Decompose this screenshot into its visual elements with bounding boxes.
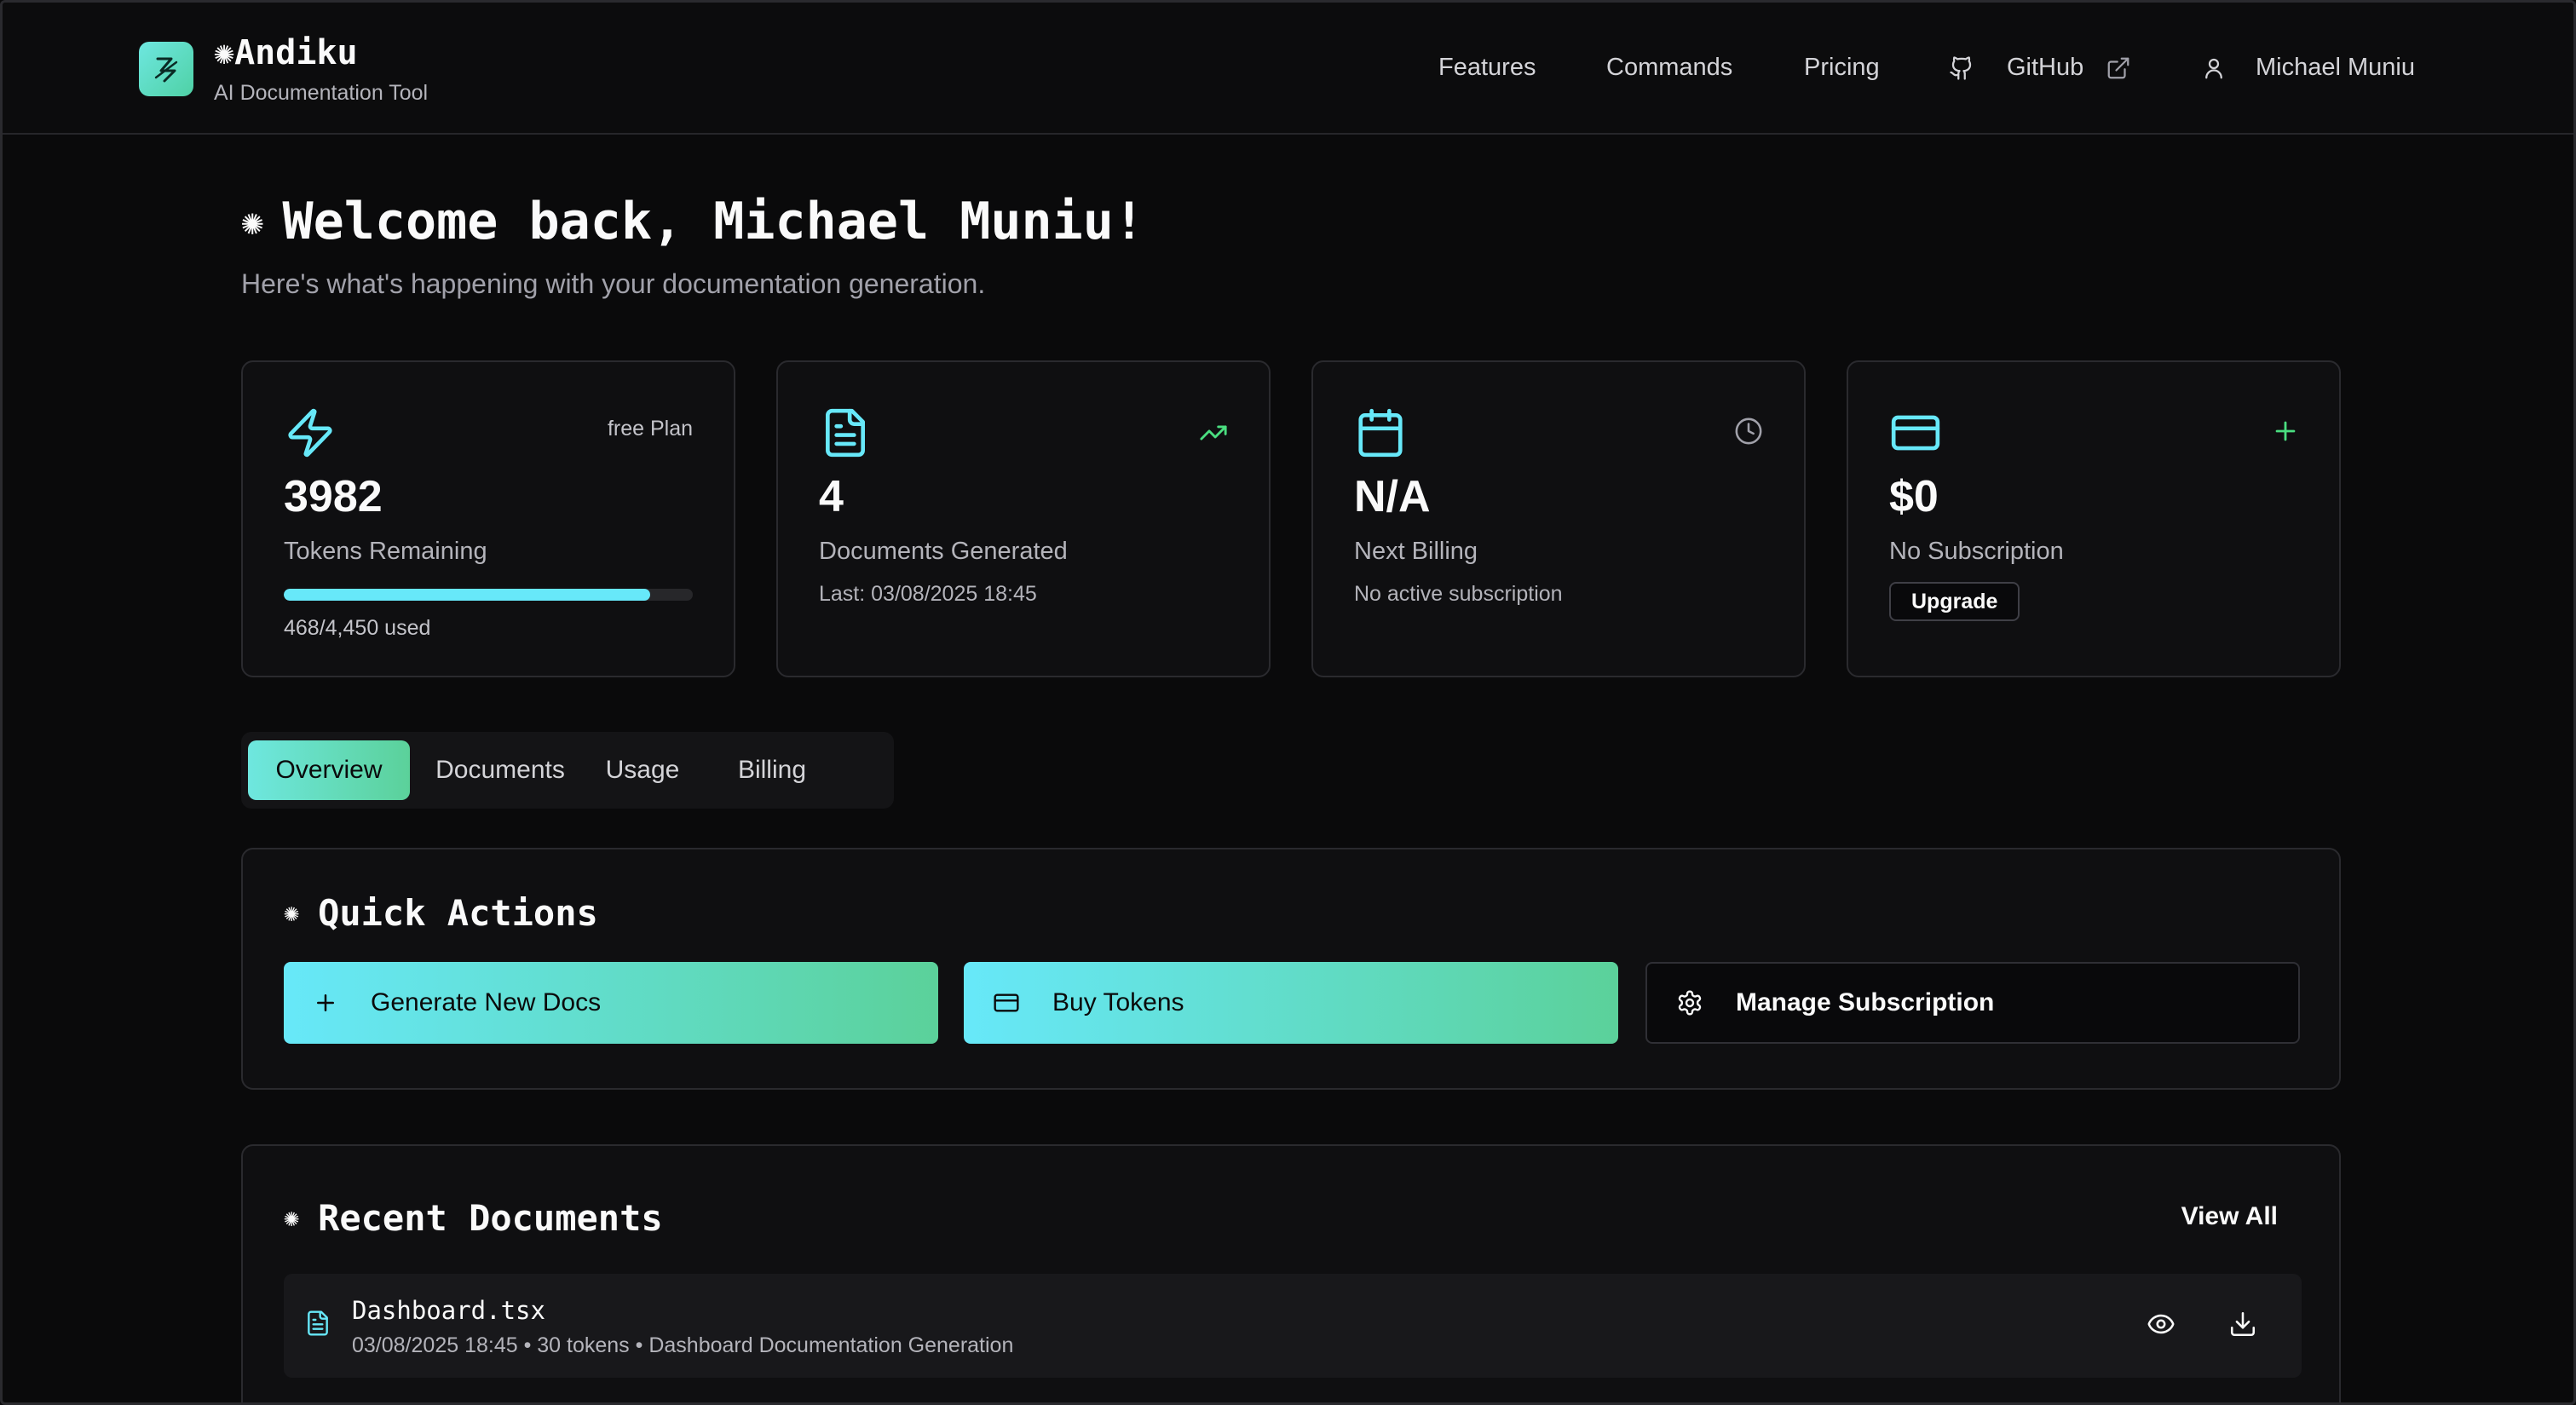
- sparkle-icon: ✺: [241, 199, 264, 244]
- tokens-usage-text: 468/4,450 used: [284, 616, 431, 640]
- quick-actions-title: ✺ Quick Actions: [284, 892, 598, 934]
- credit-card-icon: [993, 989, 1020, 1016]
- nav-link-features[interactable]: Features: [1438, 54, 1536, 82]
- lightning-icon: [284, 406, 337, 464]
- external-link-icon[interactable]: [2106, 55, 2131, 85]
- subscription-card: $0 No Subscription Upgrade: [1847, 360, 2341, 677]
- buy-tokens-label: Buy Tokens: [1052, 988, 1184, 1016]
- quick-actions-panel: ✺ Quick Actions Generate New Docs Buy To…: [241, 848, 2341, 1090]
- clock-icon: [1734, 417, 1763, 450]
- generate-new-docs-button[interactable]: Generate New Docs: [284, 962, 938, 1044]
- dashboard-tabs: Overview Documents Usage Billing: [241, 732, 894, 809]
- user-menu-name[interactable]: Michael Muniu: [2256, 54, 2415, 82]
- last-document-date: Last: 03/08/2025 18:45: [819, 582, 1037, 606]
- file-text-icon: [304, 1310, 331, 1341]
- next-billing-value: N/A: [1354, 472, 1431, 521]
- credit-card-icon: [1889, 406, 1942, 464]
- next-billing-label: Next Billing: [1354, 538, 1478, 565]
- documents-generated-label: Documents Generated: [819, 538, 1068, 565]
- tokens-progress-fill: [284, 589, 650, 601]
- billing-card: N/A Next Billing No active subscription: [1311, 360, 1806, 677]
- subscription-status-label: No Subscription: [1889, 538, 2064, 565]
- file-text-icon: [819, 406, 872, 464]
- tokens-card: free Plan 3982 Tokens Remaining 468/4,45…: [241, 360, 735, 677]
- brand-name-text: Andiku: [234, 33, 358, 72]
- recent-documents-title-text: Recent Documents: [318, 1197, 663, 1239]
- page-title: ✺ Welcome back, Michael Muniu!: [241, 192, 1144, 251]
- buy-tokens-button[interactable]: Buy Tokens: [964, 962, 1618, 1044]
- tab-overview[interactable]: Overview: [248, 740, 410, 800]
- document-row[interactable]: Dashboard.tsx 03/08/2025 18:45 • 30 toke…: [284, 1274, 2302, 1378]
- brand-name[interactable]: ✺Andiku: [214, 33, 358, 72]
- tokens-remaining-value: 3982: [284, 472, 383, 521]
- billing-status-text: No active subscription: [1354, 582, 1563, 606]
- upgrade-button[interactable]: Upgrade: [1889, 582, 2020, 621]
- sparkle-icon: ✺: [214, 33, 235, 72]
- gear-icon: [1676, 989, 1703, 1016]
- generate-new-docs-label: Generate New Docs: [371, 988, 602, 1016]
- sparkle-icon: ✺: [284, 898, 300, 928]
- plus-icon[interactable]: [2271, 417, 2300, 450]
- tokens-progress-bar: [284, 589, 693, 601]
- app-window: ✺Andiku AI Documentation Tool Features C…: [0, 0, 2576, 1405]
- document-meta: 03/08/2025 18:45 • 30 tokens • Dashboard…: [352, 1333, 1014, 1357]
- github-icon[interactable]: [1949, 55, 1974, 85]
- document-name[interactable]: Dashboard.tsx: [352, 1296, 545, 1325]
- sparkle-icon: ✺: [284, 1203, 300, 1233]
- trending-up-icon: [1199, 418, 1228, 452]
- nav-link-github[interactable]: GitHub: [2007, 54, 2083, 82]
- welcome-title-text: Welcome back, Michael Muniu!: [282, 192, 1144, 251]
- tab-billing[interactable]: Billing: [708, 740, 836, 800]
- tab-documents[interactable]: Documents: [422, 740, 579, 800]
- page-subtitle: Here's what's happening with your docume…: [241, 268, 986, 299]
- quick-actions-title-text: Quick Actions: [318, 892, 598, 934]
- logo-mark-icon[interactable]: [139, 42, 193, 96]
- nav-link-commands[interactable]: Commands: [1606, 54, 1732, 82]
- nav-link-pricing[interactable]: Pricing: [1804, 54, 1880, 82]
- manage-subscription-button[interactable]: Manage Subscription: [1645, 962, 2300, 1044]
- plus-icon: [313, 990, 338, 1016]
- manage-subscription-label: Manage Subscription: [1736, 988, 1995, 1016]
- top-navbar: ✺Andiku AI Documentation Tool Features C…: [3, 3, 2573, 135]
- recent-documents-title: ✺ Recent Documents: [284, 1197, 663, 1239]
- plan-badge: free Plan: [607, 417, 693, 441]
- calendar-icon: [1354, 406, 1407, 464]
- documents-card: 4 Documents Generated Last: 03/08/2025 1…: [776, 360, 1271, 677]
- recent-documents-panel: ✺ Recent Documents View All Dashboard.ts…: [241, 1144, 2341, 1402]
- eye-icon[interactable]: [2147, 1310, 2175, 1343]
- tab-usage[interactable]: Usage: [585, 740, 700, 800]
- subscription-amount: $0: [1889, 472, 1939, 521]
- user-icon[interactable]: [2201, 55, 2227, 85]
- brand-tagline: AI Documentation Tool: [214, 81, 429, 105]
- tokens-remaining-label: Tokens Remaining: [284, 538, 487, 565]
- view-all-button[interactable]: View All: [2181, 1202, 2278, 1231]
- download-icon[interactable]: [2228, 1310, 2257, 1343]
- documents-generated-value: 4: [819, 472, 844, 521]
